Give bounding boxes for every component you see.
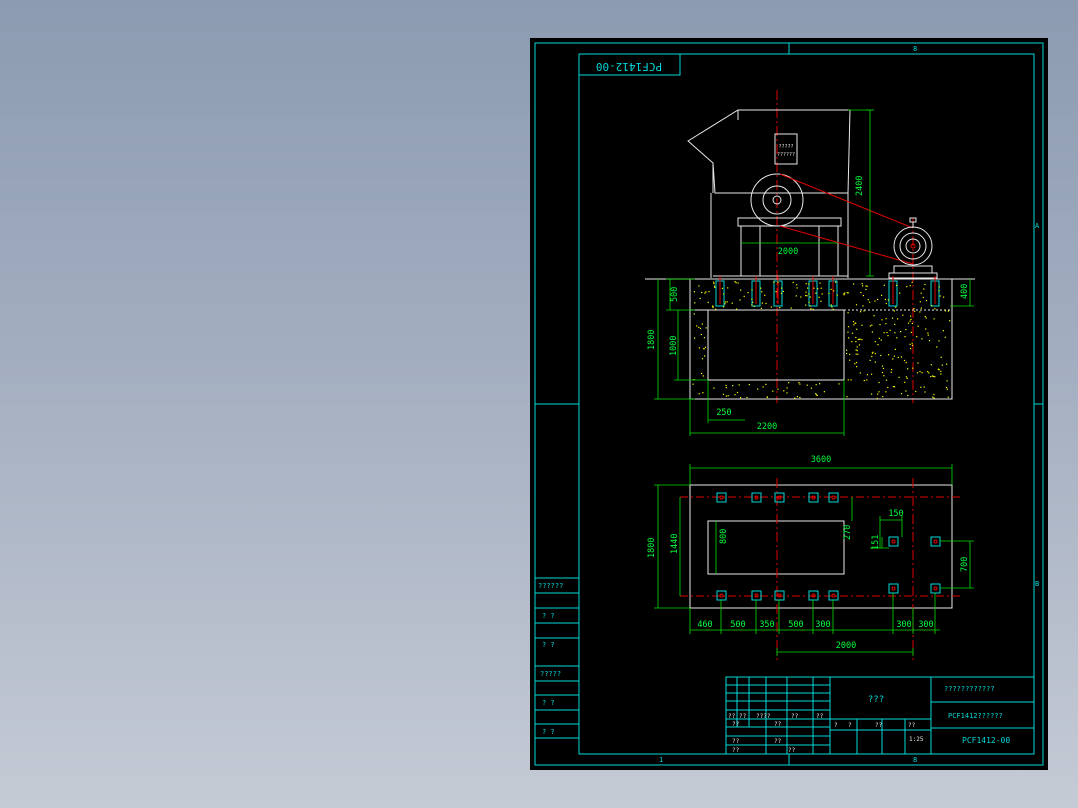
strip-label-1: ?????? [538,582,563,590]
drawing-sheet: 8 1 8 A B PCF1412-00 ?????? ? ? ? ? ????… [530,38,1048,770]
concrete-hatch [692,281,951,400]
tb-scale: 1:25 [909,736,924,743]
zone-bottom-left-label: 1 [659,756,663,764]
dim-bottom-2: 500 [730,620,745,630]
nameplate-line1: ????? [778,144,793,150]
dim-offset-270: 270 [843,525,853,540]
tb-grid-r4-2: ?? [788,747,796,754]
tb-grid-r1-1: ?? [728,713,736,720]
plan-view: 3600 1800 1440 800 270 150 151 700 460 5… [647,455,974,660]
nameplate-line2: ?????? [777,152,795,158]
anchor-bolts-elevation [715,276,940,307]
tb-center-title: ??? [868,695,884,705]
left-strip: ?????? ? ? ? ? ????? ? ? ? ? [535,577,579,739]
dim-foundation-total: 1800 [647,330,657,350]
dim-bottom-5: 300 [815,620,830,630]
tb-grid-r1-3: ???? [756,713,771,720]
tb-product: PCF1412?????? [948,712,1003,720]
dim-motor-base: 400 [960,284,970,299]
dim-bottom-1: 460 [697,620,712,630]
dim-plan-2000: 2000 [836,641,856,651]
tb-grid-r3-1: ?? [732,738,740,745]
dim-bottom-3: 350 [759,620,774,630]
tb-grid-r2-2: ?? [774,721,782,728]
tb-company: ???????????? [944,685,995,693]
dim-bottom-7: 300 [918,620,933,630]
drive-belt-bottom [779,225,914,265]
dim-pit-plan-depth: 800 [719,529,729,544]
tb-grid-r1-4: ?? [791,713,799,720]
strip-label-5: ? ? [542,699,555,707]
dim-pit-width: 2200 [757,422,777,432]
drawing-code-top: PCF1412-00 [596,60,662,73]
anchor-bolts-plan [716,492,941,601]
inner-border [578,53,1035,755]
strip-label-6: ? ? [542,728,555,736]
tb-grid-r3-2: ?? [774,738,782,745]
dim-machine-height: 2400 [855,176,865,196]
strip-label-4: ????? [540,670,561,678]
tb-mid-1: ? [834,722,838,729]
strip-label-3: ? ? [542,641,555,649]
tb-drawing-no: PCF1412-00 [962,736,1010,745]
zone-right-a: A [1035,222,1040,230]
zone-right-b: B [1035,580,1039,588]
zone-top-label: 8 [913,45,917,53]
foundation-pit [707,309,845,381]
zone-bottom-right-label: 8 [913,756,917,764]
cad-drawing: 8 1 8 A B PCF1412-00 ?????? ? ? ? ? ????… [534,42,1044,766]
tb-mid-2: ? [848,722,852,729]
tb-mid-3: ?? [875,722,883,729]
dim-plan-depth: 1800 [647,538,657,558]
title-block: ?? ?? ???? ?? ?? ?? ?? ?? ?? ?? ?? ??? ?… [725,676,1035,755]
dim-bottom-4: 500 [788,620,803,630]
tb-grid-r1-5: ?? [816,713,824,720]
dim-offset: 250 [716,408,731,418]
dim-machine-width: 2000 [778,247,798,257]
drive-belt-top [779,173,914,229]
dim-motor-700: 700 [960,557,970,572]
dim-bolt-span: 1440 [670,534,680,554]
dim-plan-width: 3600 [811,455,831,465]
tb-mid-4: ?? [908,722,916,729]
elevation-view: ????? ?????? 2400 2000 500 1800 1000 400… [645,90,975,436]
tb-grid-r1-2: ?? [739,713,747,720]
dim-motor-150: 150 [888,509,903,519]
dim-bottom-6: 300 [896,620,911,630]
strip-label-2: ? ? [542,612,555,620]
dim-foundation-upper: 500 [670,287,680,302]
tb-grid-r2-1: ?? [732,721,740,728]
tb-grid-r4-1: ?? [732,747,740,754]
dim-pit-depth: 1000 [669,336,679,356]
crusher-housing [687,109,851,194]
